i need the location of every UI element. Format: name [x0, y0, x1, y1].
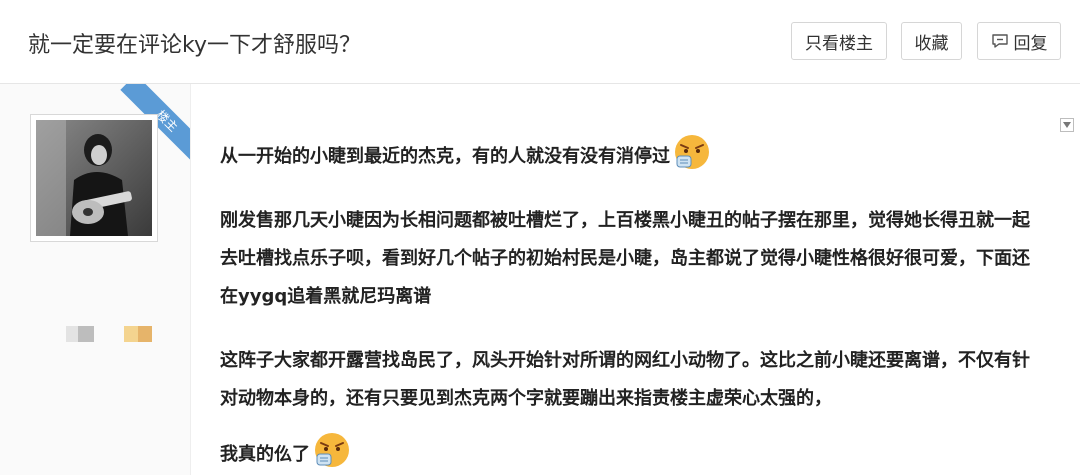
blurred-info: [78, 326, 94, 342]
reply-icon: [991, 34, 1008, 48]
post-paragraph: 这阵子大家都开露营找岛民了，风头开始针对所谓的网红小动物了。这比之前小睫还要离谱…: [220, 350, 1030, 409]
post-page: 就一定要在评论ky一下才舒服吗？ 只看楼主 收藏 回复 楼主 从一开始的小睫到最…: [0, 0, 1080, 475]
blurred-info: [138, 326, 152, 342]
avatar-image: [36, 120, 152, 236]
avatar[interactable]: [30, 114, 158, 242]
reply-label: 回复: [1013, 33, 1048, 54]
post-header: 就一定要在评论ky一下才舒服吗？ 只看楼主 收藏 回复: [0, 0, 1080, 84]
reply-button[interactable]: 回复: [977, 22, 1061, 60]
post-paragraph: 从一开始的小睫到最近的杰克，有的人就没有没有消停过: [220, 132, 712, 176]
author-panel: 楼主: [0, 84, 191, 475]
triangle-down-icon: [1063, 122, 1071, 128]
post-paragraph-text: 从一开始的小睫到最近的杰克，有的人就没有没有消停过: [220, 146, 670, 167]
favorite-button[interactable]: 收藏: [901, 22, 962, 60]
blurred-info: [124, 326, 138, 342]
post-title: 就一定要在评论ky一下才舒服吗？: [28, 33, 361, 58]
angry-face-emoji-icon: [675, 135, 709, 169]
post-paragraph-text: 我真的仫了: [220, 444, 310, 465]
blurred-info: [66, 326, 78, 342]
only-op-button[interactable]: 只看楼主: [791, 22, 887, 60]
angry-face-emoji-icon: [315, 433, 349, 467]
post-paragraph: 我真的仫了: [220, 430, 352, 474]
post-paragraph: 刚发售那几天小睫因为长相问题都被吐槽烂了，上百楼黑小睫丑的帖子摆在那里，觉得她长…: [220, 210, 1030, 307]
collapse-toggle[interactable]: [1060, 118, 1074, 132]
